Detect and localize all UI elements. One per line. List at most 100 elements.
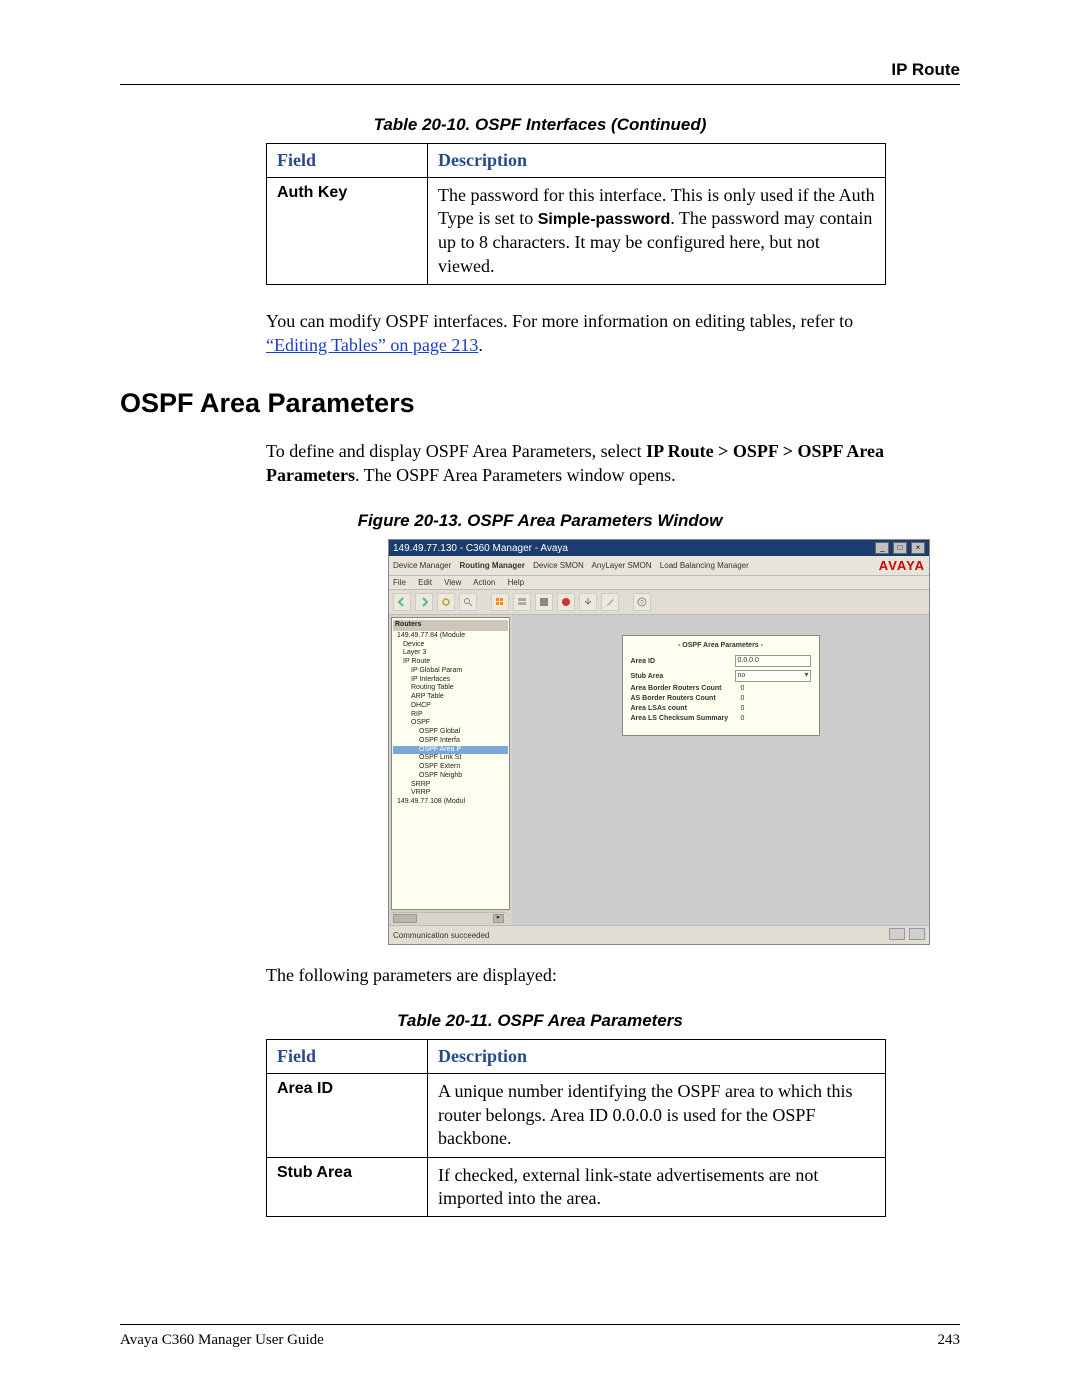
status-icon xyxy=(909,928,925,940)
panel-row: Area LSAs count 0 xyxy=(631,705,811,712)
app-window: 149.49.77.130 - C360 Manager - Avaya _ □… xyxy=(388,539,930,945)
menu-file[interactable]: File xyxy=(393,578,406,587)
panel-row: Area ID 0.0.0.0 xyxy=(631,655,811,667)
status-icon xyxy=(889,928,905,940)
forward-icon[interactable] xyxy=(415,593,433,611)
panels-icon[interactable] xyxy=(513,593,531,611)
table-2010-caption: Table 20-10. OSPF Interfaces (Continued) xyxy=(120,115,960,135)
footer-page-number: 243 xyxy=(938,1332,961,1349)
statusbar: Communication succeeded xyxy=(389,925,929,944)
tree-item[interactable]: Routing Table xyxy=(393,684,508,693)
tree-item-selected[interactable]: OSPF Area P xyxy=(393,746,508,755)
minimize-button[interactable]: _ xyxy=(875,542,889,554)
table-2010-row-desc: The password for this interface. This is… xyxy=(428,178,886,285)
tab-device-smon[interactable]: Device SMON xyxy=(533,561,584,570)
table-row: Stub Area If checked, external link-stat… xyxy=(267,1157,886,1217)
titlebar: 149.49.77.130 - C360 Manager - Avaya _ □… xyxy=(389,540,929,556)
table-row: Area ID A unique number identifying the … xyxy=(267,1074,886,1157)
panel-label: Area LSAs count xyxy=(631,705,687,712)
panel-dropdown[interactable]: no xyxy=(735,670,811,682)
window-title: 149.49.77.130 - C360 Manager - Avaya xyxy=(393,543,568,554)
menu-view[interactable]: View xyxy=(444,578,461,587)
maximize-button[interactable]: □ xyxy=(893,542,907,554)
tree-item[interactable]: Layer 3 xyxy=(393,649,508,658)
panel-row: Area LS Checksum Summary0 xyxy=(631,715,811,722)
table-2010-head-field: Field xyxy=(267,144,428,178)
help-icon[interactable]: ? xyxy=(633,593,651,611)
stop-icon[interactable] xyxy=(557,593,575,611)
panel-label: AS Border Routers Count xyxy=(631,695,716,702)
panel-input[interactable]: 0.0.0.0 xyxy=(735,655,811,667)
panel-value: 0 xyxy=(741,695,811,702)
table-2011-row-desc: A unique number identifying the OSPF are… xyxy=(428,1074,886,1157)
table-2010: Field Description Auth Key The password … xyxy=(266,143,886,285)
tree-item[interactable]: IP Interfaces xyxy=(393,676,508,685)
footer-left: Avaya C360 Manager User Guide xyxy=(120,1332,324,1349)
tree-item[interactable]: OSPF Global xyxy=(393,728,508,737)
tab-load-balancing[interactable]: Load Balancing Manager xyxy=(660,561,749,570)
table-2011-caption: Table 20-11. OSPF Area Parameters xyxy=(120,1011,960,1031)
save-icon[interactable] xyxy=(535,593,553,611)
ospf-area-panel: - OSPF Area Parameters - Area ID 0.0.0.0 S… xyxy=(622,635,820,736)
panel-title: - OSPF Area Parameters - xyxy=(631,642,811,649)
avaya-logo: AVAYA xyxy=(879,558,925,573)
page-footer: Avaya C360 Manager User Guide 243 xyxy=(120,1332,960,1349)
scroll-right-icon[interactable]: ▸ xyxy=(493,914,504,923)
tree-item[interactable]: OSPF Interfa xyxy=(393,737,508,746)
refresh-icon[interactable] xyxy=(437,593,455,611)
text: You can modify OSPF interfaces. For more… xyxy=(266,311,853,331)
tab-routing-manager[interactable]: Routing Manager xyxy=(459,561,524,570)
menu-edit[interactable]: Edit xyxy=(418,578,432,587)
text: To define and display OSPF Area Paramete… xyxy=(266,441,646,461)
link-editing-tables[interactable]: “Editing Tables” on page 213 xyxy=(266,335,478,355)
tree-item[interactable]: ARP Table xyxy=(393,693,508,702)
svg-text:?: ? xyxy=(640,600,644,607)
paragraph-modify: You can modify OSPF interfaces. For more… xyxy=(266,309,906,358)
table-2011: Field Description Area ID A unique numbe… xyxy=(266,1039,886,1217)
tree-item[interactable]: IP Route xyxy=(393,658,508,667)
back-icon[interactable] xyxy=(393,593,411,611)
panel-label: Stub Area xyxy=(631,673,664,680)
table-row: Auth Key The password for this interface… xyxy=(267,178,886,285)
status-text: Communication succeeded xyxy=(393,931,490,940)
download-icon[interactable] xyxy=(579,593,597,611)
tree-item[interactable]: OSPF xyxy=(393,719,508,728)
text: . xyxy=(478,335,483,355)
tree-item[interactable]: SRRP xyxy=(393,781,508,790)
search-icon[interactable] xyxy=(459,593,477,611)
paragraph-define: To define and display OSPF Area Paramete… xyxy=(266,439,906,488)
tree-item[interactable]: RIP xyxy=(393,711,508,720)
close-button[interactable]: × xyxy=(911,542,925,554)
panel-row: AS Border Routers Count 0 xyxy=(631,695,811,702)
edit-icon[interactable] xyxy=(601,593,619,611)
panel-value: 0 xyxy=(741,685,811,692)
tab-device-manager[interactable]: Device Manager xyxy=(393,561,451,570)
tab-anylayer-smon[interactable]: AnyLayer SMON xyxy=(592,561,652,570)
nav-tree[interactable]: Routers149.49.77.84 (ModuleDeviceLayer 3… xyxy=(391,617,510,910)
text: . The OSPF Area Parameters window opens. xyxy=(355,465,676,485)
canvas: - OSPF Area Parameters - Area ID 0.0.0.0 S… xyxy=(512,615,929,925)
tree-item[interactable]: OSPF Extern xyxy=(393,763,508,772)
menu-help[interactable]: Help xyxy=(508,578,524,587)
panel-label: Area ID xyxy=(631,658,656,665)
toolbar: ? xyxy=(389,590,929,615)
tree-item[interactable]: OSPF Neighb xyxy=(393,772,508,781)
tree-item[interactable]: VRRP xyxy=(393,789,508,798)
panel-value: 0 xyxy=(741,705,811,712)
tree-item[interactable]: 149.49.77.108 (Modul xyxy=(393,798,508,807)
grid-icon[interactable] xyxy=(491,593,509,611)
tree-item[interactable]: OSPF Link St xyxy=(393,754,508,763)
tree-item[interactable]: IP Global Param xyxy=(393,667,508,676)
table-2011-row-field: Area ID xyxy=(267,1074,428,1157)
figure-caption: Figure 20-13. OSPF Area Parameters Windo… xyxy=(120,511,960,531)
scrollbar-thumb[interactable] xyxy=(393,914,417,923)
tree-scrollbar[interactable]: ▸ xyxy=(391,912,506,923)
tree-item[interactable]: Device xyxy=(393,641,508,650)
menubar: File Edit View Action Help xyxy=(389,576,929,590)
tree-item[interactable]: 149.49.77.84 (Module xyxy=(393,632,508,641)
tree-item[interactable]: DHCP xyxy=(393,702,508,711)
window-buttons: _ □ × xyxy=(874,542,925,554)
menu-action[interactable]: Action xyxy=(473,578,495,587)
table-2011-row-desc: If checked, external link-state advertis… xyxy=(428,1157,886,1217)
screenshot-window: 149.49.77.130 - C360 Manager - Avaya _ □… xyxy=(388,539,928,945)
